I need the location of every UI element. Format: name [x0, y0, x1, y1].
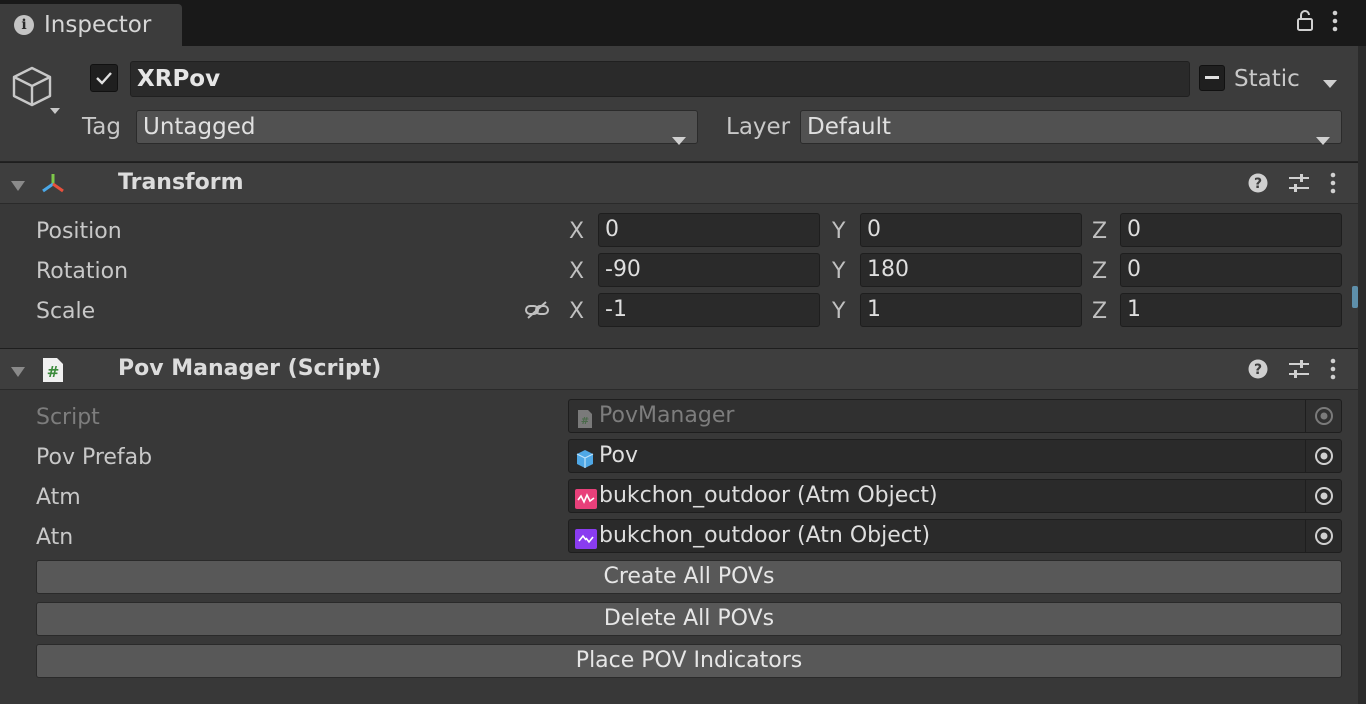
script-value: PovManager [599, 403, 735, 428]
help-icon[interactable]: ? [1248, 173, 1268, 193]
gameobject-header: XRPov Static Tag Untagged Layer Default [0, 46, 1366, 162]
script-file-icon: # [575, 407, 595, 428]
scrollbar-thumb[interactable] [1352, 286, 1358, 308]
more-options-icon[interactable] [1330, 358, 1336, 380]
active-checkbox[interactable] [90, 64, 118, 92]
prefab-cube-icon [575, 447, 595, 468]
constrain-proportions-icon[interactable] [524, 300, 550, 320]
scale-label: Scale [36, 299, 96, 324]
static-label: Static [1234, 66, 1300, 92]
axis-z-label: Z [1092, 259, 1108, 284]
atn-value: bukchon_outdoor (Atn Object) [599, 523, 931, 548]
pov-manager-title: Pov Manager (Script) [118, 356, 382, 381]
atn-field[interactable]: bukchon_outdoor (Atn Object) [568, 519, 1342, 553]
inspector-window: i Inspector XRPov Static Tag Untagged La… [0, 0, 1366, 704]
more-options-icon[interactable] [1330, 172, 1336, 194]
layer-label: Layer [726, 114, 791, 140]
transform-header[interactable]: Transform ? [0, 162, 1366, 204]
svg-text:?: ? [1254, 362, 1262, 378]
object-picker-icon [1305, 400, 1341, 432]
axis-x-label: X [569, 259, 585, 284]
create-all-povs-button[interactable]: Create All POVs [36, 560, 1342, 594]
rotation-y-field[interactable]: 180 [860, 253, 1082, 287]
tab-inspector[interactable]: i Inspector [0, 4, 182, 46]
position-x-field[interactable]: 0 [598, 213, 820, 247]
foldout-arrow-icon[interactable] [10, 177, 26, 196]
pov-manager-body: Script # PovManager Pov Prefab Pov Atm b… [0, 390, 1366, 704]
static-dropdown-icon[interactable] [1322, 74, 1338, 93]
foldout-arrow-icon[interactable] [10, 363, 26, 382]
axis-x-label: X [569, 299, 585, 324]
layer-dropdown[interactable]: Default [800, 110, 1342, 145]
atn-label: Atn [36, 525, 74, 550]
pov-prefab-field[interactable]: Pov [568, 439, 1342, 473]
object-picker-icon[interactable] [1305, 480, 1341, 512]
script-label: Script [36, 405, 100, 430]
place-pov-indicators-button[interactable]: Place POV Indicators [36, 644, 1342, 678]
transform-icon [40, 171, 66, 197]
presets-icon[interactable] [1288, 173, 1310, 193]
axis-z-label: Z [1092, 219, 1108, 244]
pov-manager-tools: ? [1248, 358, 1336, 380]
lock-icon[interactable] [1296, 10, 1314, 32]
rotation-z-field[interactable]: 0 [1120, 253, 1342, 287]
scale-z-field[interactable]: 1 [1120, 293, 1342, 327]
gameobject-name-input[interactable]: XRPov [130, 61, 1190, 97]
pov-prefab-value: Pov [599, 443, 638, 468]
transform-tools: ? [1248, 172, 1336, 194]
presets-icon[interactable] [1288, 359, 1310, 379]
tab-label: Inspector [44, 12, 152, 38]
axis-x-label: X [569, 219, 585, 244]
pov-prefab-label: Pov Prefab [36, 445, 153, 470]
rotation-x-field[interactable]: -90 [598, 253, 820, 287]
tag-dropdown[interactable]: Untagged [136, 110, 698, 145]
axis-z-label: Z [1092, 299, 1108, 324]
atm-asset-icon [575, 487, 597, 509]
transform-title: Transform [118, 170, 244, 195]
atn-asset-icon [575, 527, 597, 549]
info-icon: i [14, 15, 34, 35]
position-y-field[interactable]: 0 [860, 213, 1082, 247]
axis-y-label: Y [832, 219, 846, 244]
more-options-icon[interactable] [1332, 10, 1338, 32]
layer-value: Default [807, 114, 892, 140]
transform-body: Position X 0 Y 0 Z 0 Rotation X -90 Y 18… [0, 204, 1366, 348]
object-picker-icon[interactable] [1305, 520, 1341, 552]
rotation-label: Rotation [36, 259, 129, 284]
atm-field[interactable]: bukchon_outdoor (Atm Object) [568, 479, 1342, 513]
svg-text:?: ? [1254, 176, 1262, 192]
tab-bar: i Inspector [0, 0, 1366, 46]
chevron-down-icon [671, 123, 687, 155]
gameobject-cube-icon[interactable] [10, 64, 60, 114]
tab-tools [1296, 10, 1338, 32]
svg-text:#: # [581, 416, 589, 427]
script-icon: # [40, 357, 66, 383]
pov-manager-header[interactable]: # Pov Manager (Script) ? [0, 348, 1366, 390]
position-label: Position [36, 219, 122, 244]
scrollbar-track[interactable] [1358, 46, 1366, 704]
axis-y-label: Y [832, 299, 846, 324]
tag-value: Untagged [143, 114, 256, 140]
scale-x-field[interactable]: -1 [598, 293, 820, 327]
scale-y-field[interactable]: 1 [860, 293, 1082, 327]
axis-y-label: Y [832, 259, 846, 284]
position-z-field[interactable]: 0 [1120, 213, 1342, 247]
script-field: # PovManager [568, 399, 1342, 433]
atm-label: Atm [36, 485, 81, 510]
delete-all-povs-button[interactable]: Delete All POVs [36, 602, 1342, 636]
svg-text:#: # [47, 363, 60, 381]
object-picker-icon[interactable] [1305, 440, 1341, 472]
help-icon[interactable]: ? [1248, 359, 1268, 379]
atm-value: bukchon_outdoor (Atm Object) [599, 483, 938, 508]
chevron-down-icon [1315, 123, 1331, 155]
static-checkbox[interactable] [1199, 65, 1225, 91]
tag-label: Tag [82, 114, 121, 140]
